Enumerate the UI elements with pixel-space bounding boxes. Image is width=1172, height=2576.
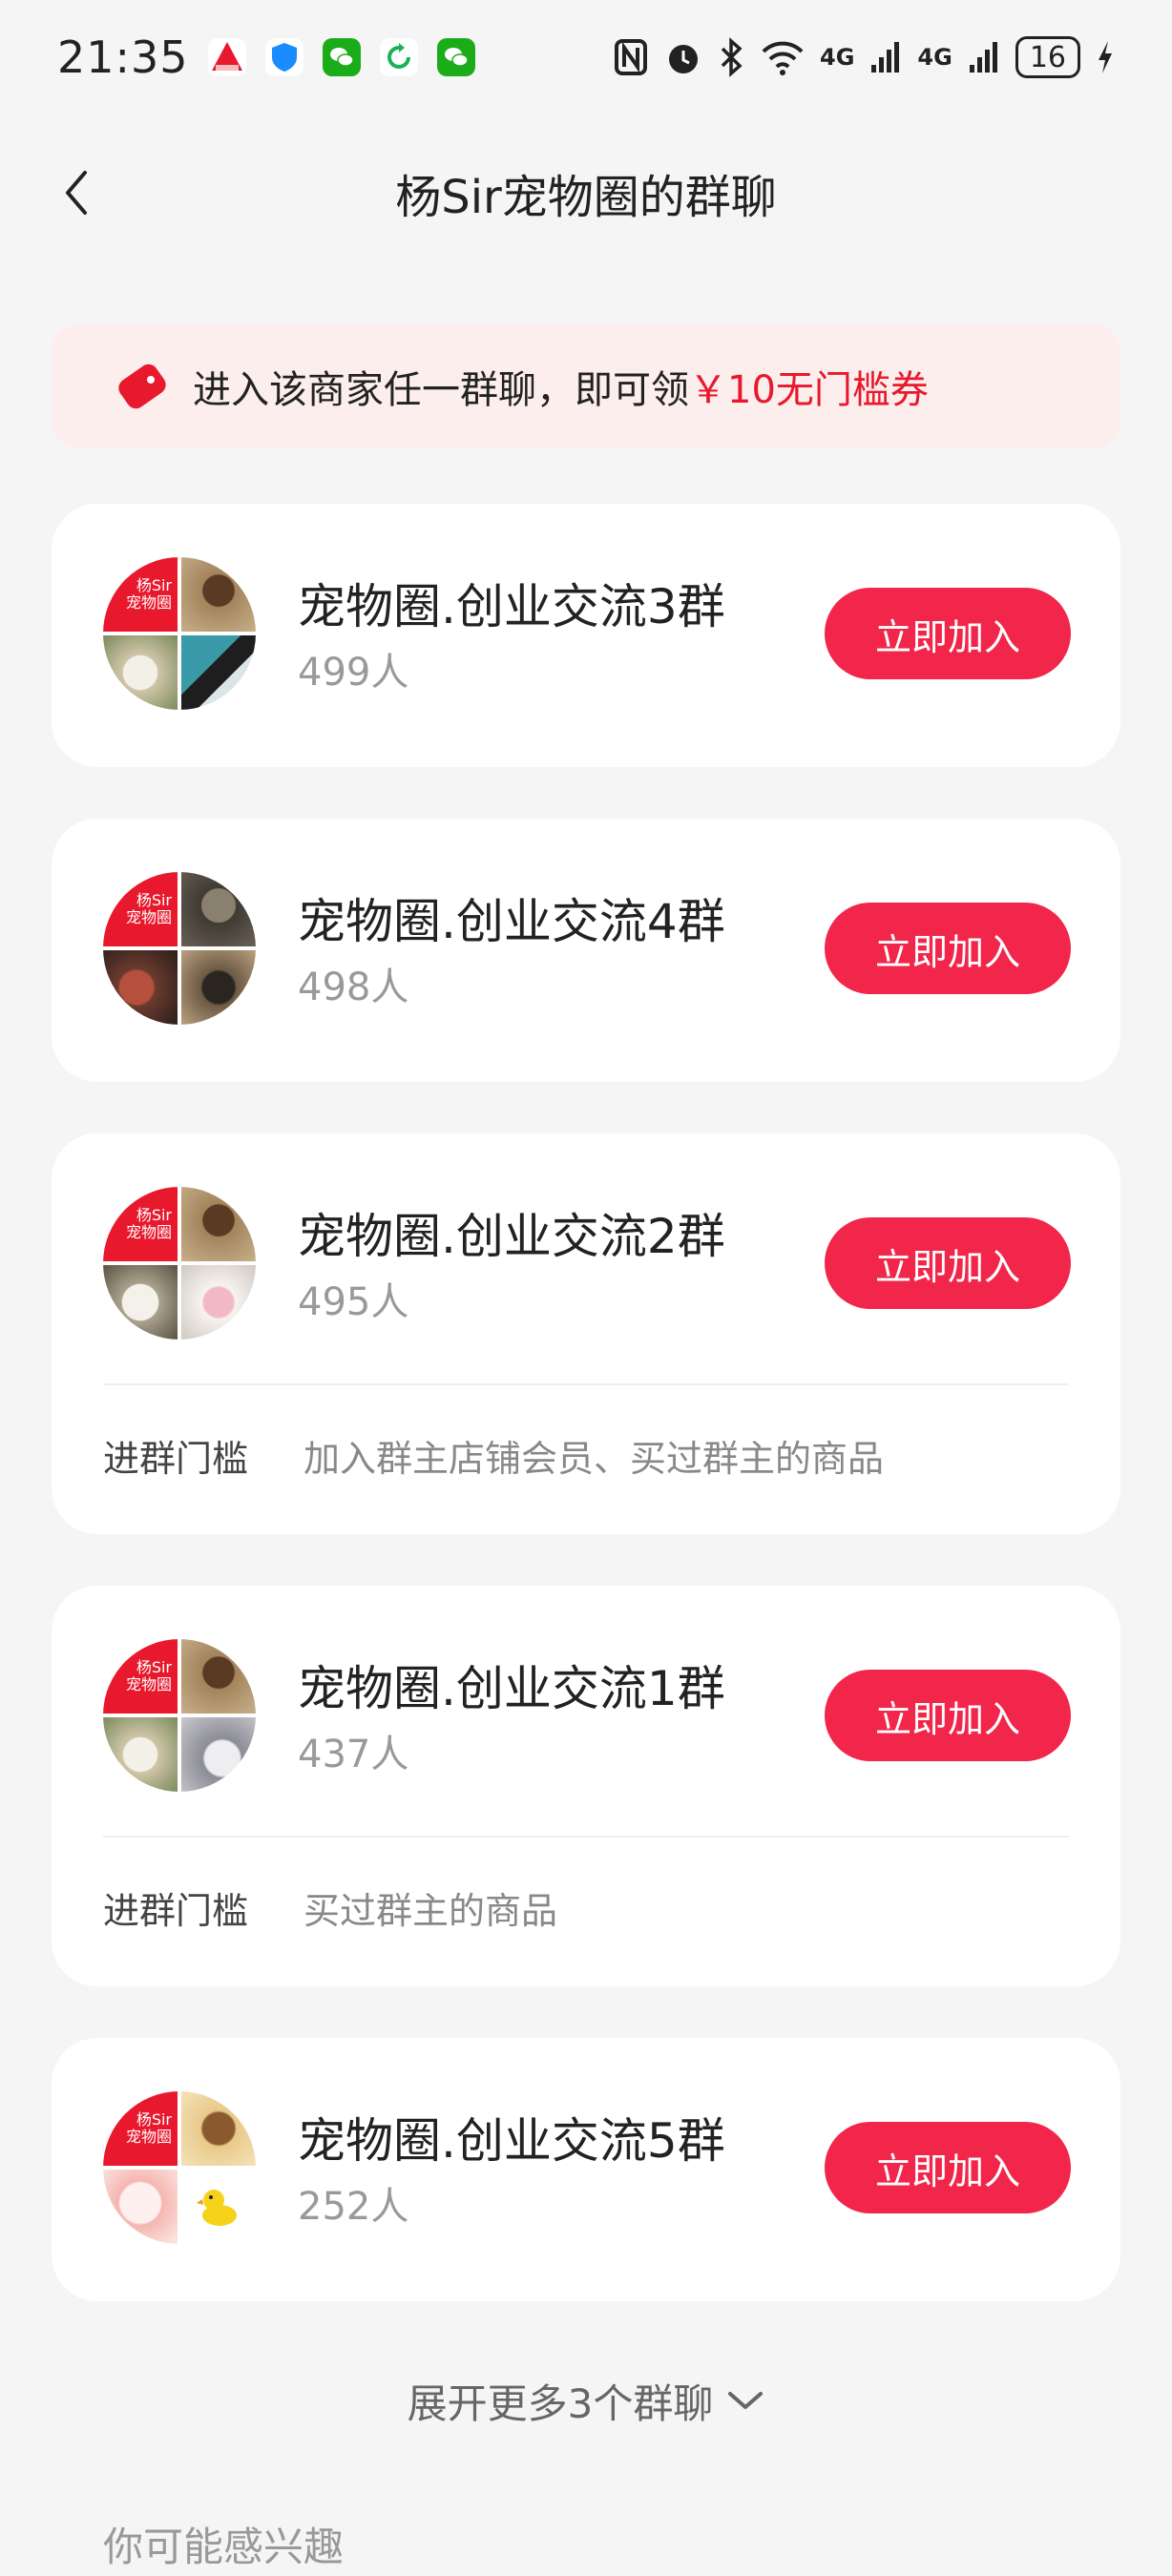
- member-count: 252人: [298, 2185, 409, 2229]
- battery-indicator: 16: [1015, 36, 1080, 78]
- avatar-photo: [181, 1265, 256, 1340]
- brand-logo: 杨Sir 宠物圈: [103, 1187, 178, 1261]
- status-bar: 21:35 4G 4G 16: [0, 0, 1172, 114]
- group-avatar: 杨Sir 宠物圈: [103, 2091, 256, 2244]
- page-header: 杨Sir宠物圈的群聊: [0, 143, 1172, 242]
- join-button[interactable]: 立即加入: [825, 2122, 1071, 2213]
- avatar-photo: [103, 1717, 178, 1792]
- wechat-icon: [322, 38, 361, 76]
- chevron-left-icon: [66, 171, 87, 215]
- join-threshold: 进群门槛 加入群主店铺会员、买过群主的商品: [103, 1429, 884, 1482]
- brand-logo: 杨Sir 宠物圈: [103, 2091, 178, 2166]
- group-avatar: 杨Sir 宠物圈: [103, 1187, 256, 1340]
- avatar-photo: [103, 2170, 178, 2244]
- page-title: 杨Sir宠物圈的群聊: [395, 171, 777, 224]
- group-avatar: 杨Sir 宠物圈: [103, 557, 256, 710]
- threshold-value: 加入群主店铺会员、买过群主的商品: [303, 1438, 885, 1480]
- avatar-photo: [181, 2091, 256, 2166]
- avatar-photo: [181, 872, 256, 946]
- avatar-photo: [181, 2170, 256, 2244]
- recommend-section-title: 你可能感兴趣: [103, 2524, 345, 2570]
- join-button[interactable]: 立即加入: [825, 903, 1071, 994]
- divider: [103, 1383, 1069, 1385]
- join-button[interactable]: 立即加入: [825, 588, 1071, 679]
- system-status: 4G 4G 16: [614, 36, 1115, 78]
- status-time: 21:35: [57, 31, 189, 83]
- avatar-photo: [181, 635, 256, 710]
- group-name: 宠物圈.创业交流2群: [298, 1209, 725, 1264]
- signal-icon: [871, 42, 900, 73]
- expand-more-label: 展开更多3个群聊: [407, 2379, 714, 2427]
- signal-icon-2: [969, 42, 997, 73]
- notification-icons: [207, 38, 475, 76]
- charging-icon: [1099, 41, 1112, 73]
- avatar-photo: [181, 1639, 256, 1714]
- group-avatar: 杨Sir 宠物圈: [103, 1639, 256, 1792]
- brand-logo: 杨Sir 宠物圈: [103, 557, 178, 632]
- bluetooth-icon: [721, 37, 743, 77]
- group-card[interactable]: 杨Sir 宠物圈 宠物圈.创业交流4群 498人 立即加入: [52, 819, 1120, 1082]
- app-notification-icon: [207, 38, 246, 76]
- avatar-photo: [181, 1187, 256, 1261]
- wifi-icon: [762, 41, 804, 75]
- member-count: 498人: [298, 966, 409, 1009]
- back-button[interactable]: [48, 164, 105, 221]
- threshold-value: 买过群主的商品: [303, 1890, 558, 1932]
- coupon-banner: 进入该商家任一群聊，即可领 ￥10无门槛券: [52, 324, 1120, 448]
- group-card[interactable]: 杨Sir 宠物圈 宠物圈.创业交流5群 252人 立即加入: [52, 2038, 1120, 2301]
- group-name: 宠物圈.创业交流1群: [298, 1661, 725, 1716]
- group-card[interactable]: 杨Sir 宠物圈 宠物圈.创业交流3群 499人 立即加入: [52, 504, 1120, 767]
- coupon-icon: [118, 364, 166, 409]
- network-type: 4G: [820, 44, 855, 71]
- avatar-photo: [103, 635, 178, 710]
- brand-logo: 杨Sir 宠物圈: [103, 1639, 178, 1714]
- duck-icon: [197, 2190, 237, 2226]
- coupon-text: 进入该商家任一群聊，即可领: [193, 368, 689, 412]
- group-card[interactable]: 杨Sir 宠物圈 宠物圈.创业交流2群 495人 立即加入 进群门槛 加入群主店铺…: [52, 1133, 1120, 1534]
- group-card[interactable]: 杨Sir 宠物圈 宠物圈.创业交流1群 437人 立即加入 进群门槛 买过群主的商…: [52, 1586, 1120, 1986]
- member-count: 437人: [298, 1733, 409, 1776]
- expand-more-button[interactable]: 展开更多3个群聊: [0, 2362, 1172, 2439]
- brand-logo: 杨Sir 宠物圈: [103, 872, 178, 946]
- join-button[interactable]: 立即加入: [825, 1217, 1071, 1309]
- join-button[interactable]: 立即加入: [825, 1670, 1071, 1761]
- nfc-icon: [615, 39, 647, 75]
- refresh-icon: [379, 38, 418, 76]
- member-count: 495人: [298, 1280, 409, 1324]
- avatar-photo: [103, 950, 178, 1025]
- chevron-down-icon: [728, 2392, 764, 2409]
- wechat-icon: [436, 38, 475, 76]
- member-count: 499人: [298, 651, 409, 695]
- join-threshold: 进群门槛 买过群主的商品: [103, 1881, 557, 1934]
- group-name: 宠物圈.创业交流4群: [298, 894, 725, 949]
- group-name: 宠物圈.创业交流5群: [298, 2113, 725, 2169]
- shield-icon: [264, 38, 303, 76]
- threshold-label: 进群门槛: [103, 1438, 249, 1480]
- avatar-photo: [181, 557, 256, 632]
- coupon-amount: ￥10无门槛券: [689, 368, 929, 412]
- avatar-photo: [181, 1717, 256, 1792]
- network-type-2: 4G: [917, 44, 952, 71]
- threshold-label: 进群门槛: [103, 1890, 249, 1932]
- group-name: 宠物圈.创业交流3群: [298, 579, 725, 634]
- avatar-photo: [103, 1265, 178, 1340]
- alarm-icon: [669, 45, 698, 73]
- divider: [103, 1836, 1069, 1838]
- group-avatar: 杨Sir 宠物圈: [103, 872, 256, 1025]
- avatar-photo: [181, 950, 256, 1025]
